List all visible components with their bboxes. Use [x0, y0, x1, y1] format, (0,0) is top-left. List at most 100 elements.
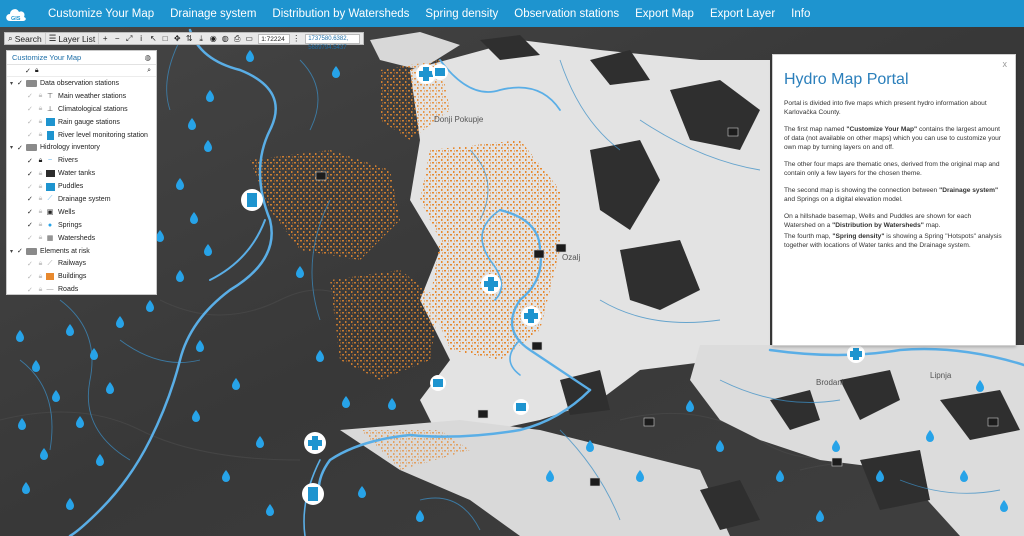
water-tank-marker[interactable]	[643, 417, 655, 427]
layer-checkbox[interactable]: ✓	[27, 221, 36, 229]
layer-item-railways[interactable]: ✓ 🔒︎ ⟋ Railways	[7, 257, 156, 270]
station-marker[interactable]	[521, 306, 541, 326]
chevron-down-icon[interactable]: ▾	[10, 80, 17, 87]
layer-group-elements-at-risk[interactable]: ▾ ✓ Elements at risk	[7, 245, 156, 258]
water-tank-marker[interactable]	[987, 417, 999, 427]
select-box-icon[interactable]: □	[159, 34, 171, 43]
lock-icon[interactable]: 🔒︎	[36, 221, 45, 229]
station-marker[interactable]	[481, 274, 501, 294]
download-icon[interactable]: ⤓	[195, 34, 207, 44]
globe-icon[interactable]: ◍	[219, 34, 231, 43]
layer-checkbox[interactable]: ✓	[27, 157, 36, 165]
globe-icon[interactable]: ◍	[144, 53, 151, 62]
print-icon[interactable]: ⎙	[231, 34, 243, 44]
layer-checkbox[interactable]: ✓	[27, 183, 36, 191]
nav-observation-stations[interactable]: Observation stations	[514, 8, 619, 20]
layer-checkbox[interactable]: ✓	[27, 92, 36, 100]
layer-item-watersheds[interactable]: ✓ 🔒︎ ▦ Watersheds	[7, 232, 156, 245]
nav-export-map[interactable]: Export Map	[635, 8, 694, 20]
lock-icon[interactable]: 🔒︎	[36, 286, 45, 294]
water-tank-marker[interactable]	[831, 457, 843, 467]
lock-icon[interactable]: 🔒︎	[36, 105, 45, 113]
info-icon[interactable]: i	[135, 34, 147, 43]
nav-customize-your-map[interactable]: Customize Your Map	[48, 8, 154, 20]
lock-icon[interactable]: 🔒︎	[36, 273, 45, 281]
water-tank-marker[interactable]	[533, 249, 545, 259]
layer-checkbox[interactable]: ✓	[27, 208, 36, 216]
lock-icon[interactable]: 🔒︎	[36, 131, 45, 139]
lock-icon[interactable]: 🔒︎	[36, 170, 45, 178]
station-marker[interactable]	[847, 345, 865, 363]
lock-icon[interactable]: 🔒︎	[36, 234, 45, 242]
layer-checkbox[interactable]: ✓	[27, 286, 36, 294]
layer-checkbox[interactable]: ✓	[27, 170, 36, 178]
nav-distribution-by-watersheds[interactable]: Distribution by Watersheds	[272, 8, 409, 20]
chevron-down-icon[interactable]: ▾	[10, 144, 17, 151]
layer-item-buildings[interactable]: ✓ 🔒︎ Buildings	[7, 270, 156, 283]
layer-item-wells[interactable]: ✓ 🔒︎ ▣ Wells	[7, 206, 156, 219]
layer-item-rain-gauge-stations[interactable]: ✓ 🔒︎ Rain gauge stations	[7, 116, 156, 129]
pan-icon[interactable]: ✥	[171, 34, 183, 43]
layer-item-river-level-monitoring-station[interactable]: ✓ 🔒︎ River level monitoring station	[7, 129, 156, 142]
extent-icon[interactable]: ⤢	[123, 34, 135, 44]
group-checkbox[interactable]: ✓	[17, 144, 26, 152]
zoom-out-icon[interactable]: −	[111, 34, 123, 43]
layer-checkbox[interactable]: ✓	[27, 260, 36, 268]
layer-checkbox[interactable]: ✓	[27, 195, 36, 203]
lock-icon[interactable]: 🔒︎	[36, 260, 45, 268]
layer-item-water-tanks[interactable]: ✓ 🔒︎ Water tanks	[7, 167, 156, 180]
water-tank-marker[interactable]	[727, 127, 739, 137]
lock-icon[interactable]: 🔒︎	[36, 183, 45, 191]
nav-export-layer[interactable]: Export Layer	[710, 8, 775, 20]
lock-icon[interactable]: 🔒︎	[36, 157, 45, 165]
group-checkbox[interactable]: ✓	[17, 247, 26, 255]
layer-list-button[interactable]: ☰ Layer List	[46, 33, 100, 44]
station-marker[interactable]	[241, 189, 263, 211]
station-marker[interactable]	[304, 432, 326, 454]
nav-spring-density[interactable]: Spring density	[425, 8, 498, 20]
nav-drainage-system[interactable]: Drainage system	[170, 8, 256, 20]
search-button[interactable]: ⌕ Search	[5, 33, 46, 44]
lock-icon[interactable]: 🔒︎	[36, 92, 45, 100]
pointer-icon[interactable]: ↖	[147, 34, 159, 43]
layer-checkbox[interactable]: ✓	[27, 234, 36, 242]
logo[interactable]: GIS	[0, 0, 32, 27]
station-marker[interactable]	[513, 399, 529, 415]
layer-checkbox[interactable]: ✓	[27, 118, 36, 126]
toggle-all-checkbox[interactable]: ✓ 🔒︎	[25, 67, 39, 75]
station-marker[interactable]	[430, 375, 446, 391]
chevron-down-icon[interactable]: ▾	[10, 248, 17, 255]
nav-info[interactable]: Info	[791, 8, 810, 20]
water-tank-marker[interactable]	[589, 477, 601, 487]
lock-icon[interactable]: 🔒︎	[36, 208, 45, 216]
station-marker[interactable]	[432, 64, 448, 80]
lock-icon[interactable]: 🔒︎	[36, 118, 45, 126]
layer-item-drainage-system[interactable]: ✓ 🔒︎ ⟋ Drainage system	[7, 193, 156, 206]
water-tank-marker[interactable]	[315, 171, 327, 181]
water-tank-marker[interactable]	[531, 341, 543, 351]
layer-item-climatological-stations[interactable]: ✓ 🔒︎ ⊥ Climatological stations	[7, 103, 156, 116]
info-paragraph: On a hillshade basemap, Wells and Puddle…	[784, 212, 1003, 230]
layer-checkbox[interactable]: ✓	[27, 105, 36, 113]
measure-icon[interactable]: ⇅	[183, 34, 195, 43]
layer-group-data-observation-stations[interactable]: ▾ ✓ Data observation stations	[7, 77, 156, 90]
water-tank-marker[interactable]	[555, 243, 567, 253]
zoom-layer-icon[interactable]: ⌕	[147, 67, 151, 75]
layer-group-hidrology-inventory[interactable]: ▾ ✓ Hidrology inventory	[7, 141, 156, 154]
layer-item-rivers[interactable]: ✓ 🔒︎ ~ Rivers	[7, 154, 156, 167]
scale-input[interactable]: 1:72224	[258, 33, 291, 44]
close-icon[interactable]: x	[1003, 59, 1008, 69]
layer-item-main-weather-stations[interactable]: ✓ 🔒︎ ⊤ Main weather stations	[7, 90, 156, 103]
layer-item-puddles[interactable]: ✓ 🔒︎ Puddles	[7, 180, 156, 193]
zoom-in-icon[interactable]: +	[99, 34, 111, 43]
layer-checkbox[interactable]: ✓	[27, 131, 36, 139]
locate-icon[interactable]: ◉	[207, 34, 219, 43]
layer-checkbox[interactable]: ✓	[27, 273, 36, 281]
layer-item-springs[interactable]: ✓ 🔒︎ ● Springs	[7, 219, 156, 232]
lock-icon[interactable]: 🔒︎	[36, 195, 45, 203]
layer-item-roads[interactable]: ✓ 🔒︎ — Roads	[7, 283, 156, 294]
group-checkbox[interactable]: ✓	[17, 79, 26, 87]
station-marker[interactable]	[302, 483, 324, 505]
water-tank-marker[interactable]	[477, 409, 489, 419]
river-level-icon	[45, 130, 55, 140]
